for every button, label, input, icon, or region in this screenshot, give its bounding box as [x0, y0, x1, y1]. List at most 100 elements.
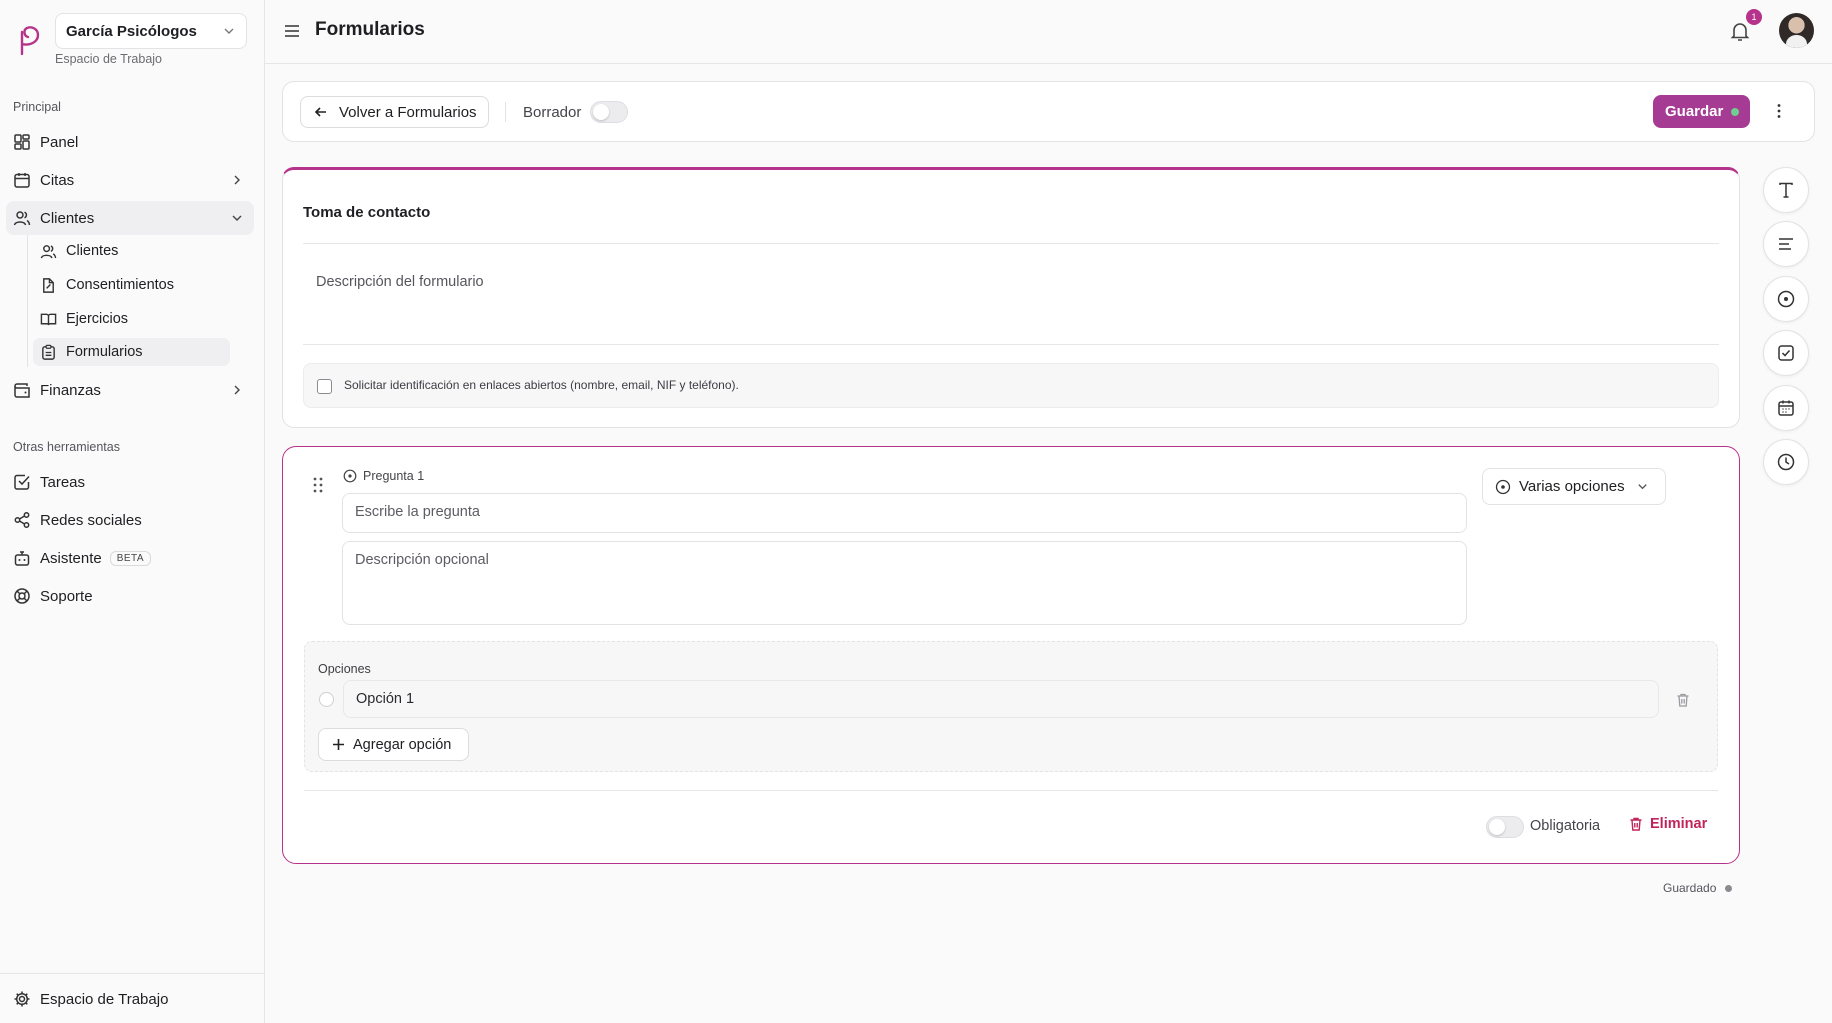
chevron-right-icon: [234, 385, 240, 395]
book-open-icon: [40, 311, 57, 328]
sidebar-item-clientes[interactable]: Clientes: [6, 201, 254, 235]
page-title: Formularios: [315, 19, 425, 40]
form-title-input[interactable]: Toma de contacto: [303, 204, 430, 221]
notification-badge: 1: [1746, 9, 1762, 25]
sidebar-item-label: Citas: [40, 171, 75, 189]
workspace-name: García Psicólogos: [66, 22, 197, 40]
chevron-down-icon: [1637, 484, 1647, 490]
sidebar: García Psicólogos Espacio de Trabajo Pri…: [0, 0, 265, 1023]
question-type-select[interactable]: Varias opciones: [1482, 468, 1666, 505]
checkbox-square-icon: [1778, 345, 1794, 361]
add-paragraph-button[interactable]: [1763, 221, 1809, 267]
top-bar: Formularios 1: [265, 0, 1832, 64]
sidebar-item-soporte[interactable]: Soporte: [6, 579, 254, 613]
radio-circle-icon: [343, 469, 357, 483]
drag-handle-icon[interactable]: [311, 476, 325, 494]
chevron-right-icon: [234, 175, 240, 185]
sidebar-footer: Espacio de Trabajo: [0, 973, 264, 1023]
identification-checkbox[interactable]: [317, 379, 332, 394]
app-logo-icon: [20, 26, 40, 56]
trash-icon[interactable]: [1675, 692, 1691, 708]
workspace-subtitle: Espacio de Trabajo: [55, 52, 163, 66]
add-checkbox-button[interactable]: [1763, 330, 1809, 376]
sidebar-item-label: Panel: [40, 133, 79, 151]
delete-question-button[interactable]: Eliminar: [1628, 816, 1707, 832]
save-status-label: Guardado: [1663, 881, 1717, 895]
clipboard-list-icon: [40, 344, 57, 361]
draft-label: Borrador: [523, 104, 582, 121]
chevron-down-icon: [224, 28, 234, 34]
sidebar-item-redes-sociales[interactable]: Redes sociales: [6, 503, 254, 537]
sidebar-item-workspace-settings[interactable]: Espacio de Trabajo: [6, 982, 254, 1016]
text-type-icon: [1779, 182, 1793, 198]
dashboard-icon: [13, 133, 31, 151]
menu-icon[interactable]: [283, 22, 301, 40]
sidebar-subitem-clientes[interactable]: Clientes: [33, 237, 230, 265]
avatar[interactable]: [1779, 13, 1814, 48]
question-description-input[interactable]: Descripción opcional: [342, 541, 1467, 625]
arrow-left-icon: [314, 107, 326, 117]
form-toolbar: Volver a Formularios Borrador Guardar: [282, 81, 1815, 142]
users-icon: [40, 243, 57, 260]
calendar-icon: [1778, 400, 1794, 416]
save-button-label: Guardar: [1665, 103, 1724, 120]
form-description-input[interactable]: Descripción del formulario: [316, 274, 484, 290]
sidebar-item-panel[interactable]: Panel: [6, 125, 254, 159]
sidebar-item-label: Asistente: [40, 549, 102, 567]
gear-icon: [13, 990, 31, 1008]
document-edit-icon: [40, 277, 57, 294]
required-toggle[interactable]: [1486, 816, 1524, 838]
add-short-text-button[interactable]: [1763, 167, 1809, 213]
sidebar-subitem-label: Formularios: [66, 344, 143, 360]
sidebar-item-asistente[interactable]: Asistente BETA: [6, 541, 254, 575]
beta-badge: BETA: [109, 550, 152, 566]
question-type-label: Varias opciones: [1519, 478, 1625, 495]
sidebar-item-label: Finanzas: [40, 381, 101, 399]
add-time-button[interactable]: [1763, 439, 1809, 485]
options-label: Opciones: [318, 662, 371, 676]
checkbox-square-icon: [13, 473, 31, 491]
radio-circle-icon: [1777, 290, 1795, 308]
submenu-guide-line: [27, 235, 28, 367]
question-text-input[interactable]: Escribe la pregunta: [342, 493, 1467, 533]
question-card: Pregunta 1 Escribe la pregunta Descripci…: [282, 446, 1740, 864]
calendar-icon: [13, 171, 31, 189]
option-input[interactable]: Opción 1: [343, 680, 1659, 718]
sidebar-item-label: Redes sociales: [40, 511, 142, 529]
delete-question-label: Eliminar: [1650, 816, 1708, 832]
draft-toggle[interactable]: [590, 101, 628, 123]
sidebar-subitem-consentimientos[interactable]: Consentimientos: [33, 271, 230, 299]
sidebar-subitem-label: Consentimientos: [66, 277, 174, 293]
sidebar-subitem-ejercicios[interactable]: Ejercicios: [33, 305, 230, 333]
share-icon: [13, 511, 31, 529]
add-option-label: Agregar opción: [353, 736, 452, 753]
save-button[interactable]: Guardar: [1653, 95, 1750, 128]
back-to-forms-label: Volver a Formularios: [339, 103, 477, 121]
identification-label: Solicitar identificación en enlaces abie…: [344, 378, 739, 392]
radio-circle-icon: [1495, 479, 1511, 494]
add-option-button[interactable]: Agregar opción: [318, 728, 469, 761]
wallet-icon: [13, 381, 31, 399]
sidebar-item-label: Soporte: [40, 587, 93, 605]
sidebar-subitem-label: Clientes: [66, 243, 119, 259]
form-header-card: Toma de contacto Descripción del formula…: [282, 167, 1740, 428]
identification-request-box: Solicitar identificación en enlaces abie…: [303, 363, 1719, 408]
section-label-principal: Principal: [13, 100, 61, 114]
sidebar-item-citas[interactable]: Citas: [6, 163, 254, 197]
align-left-icon: [1779, 238, 1793, 250]
workspace-selector[interactable]: García Psicólogos: [55, 13, 247, 49]
add-multiple-choice-button[interactable]: [1763, 276, 1809, 322]
divider: [303, 243, 1719, 244]
more-vertical-icon[interactable]: [1770, 102, 1788, 120]
save-status-dot: [1731, 107, 1739, 116]
back-to-forms-button[interactable]: Volver a Formularios: [300, 96, 489, 128]
sidebar-item-tareas[interactable]: Tareas: [6, 465, 254, 499]
options-panel: Opciones Opción 1 Agregar opción: [304, 641, 1718, 772]
sidebar-item-finanzas[interactable]: Finanzas: [6, 373, 254, 407]
add-date-button[interactable]: [1763, 385, 1809, 431]
question-number-label: Pregunta 1: [363, 469, 425, 483]
sidebar-subitem-label: Ejercicios: [66, 311, 129, 327]
question-heading: Pregunta 1: [343, 469, 424, 483]
sidebar-subitem-formularios[interactable]: Formularios: [33, 338, 230, 366]
bot-icon: [13, 549, 31, 567]
